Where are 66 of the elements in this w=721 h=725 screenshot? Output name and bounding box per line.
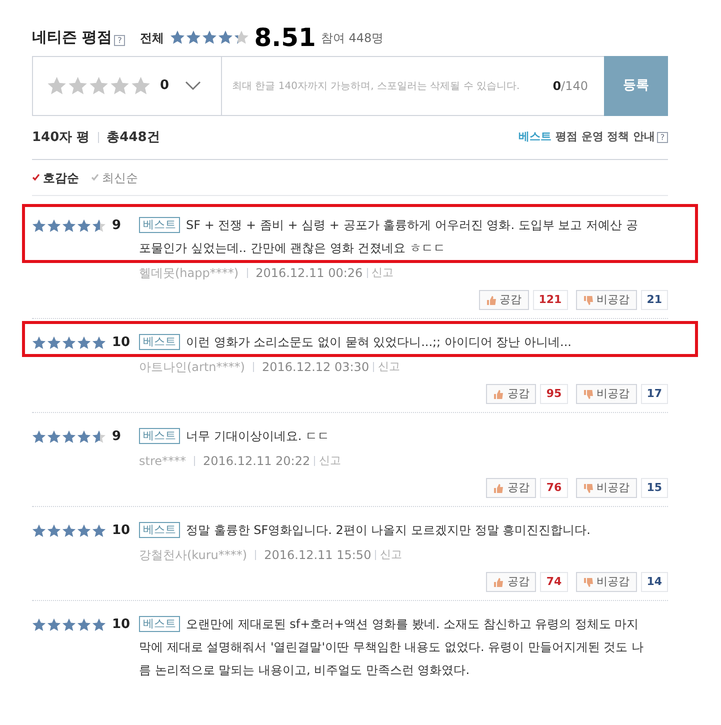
best-badge: 베스트 [139, 428, 180, 444]
review-score: 10 [112, 616, 130, 634]
chevron-down-icon [185, 81, 202, 91]
dislike-button[interactable]: 비공감 [576, 290, 637, 310]
check-icon [32, 174, 40, 181]
thumbs-down-icon [582, 388, 594, 400]
best-badge: 베스트 [139, 616, 180, 632]
review-author: 강철천사(kuru****) [139, 547, 248, 564]
review-date: 2016.12.11 00:26 [256, 265, 363, 282]
review-date: 2016.12.12 03:30 [262, 359, 370, 376]
review-date: 2016.12.11 15:50 [264, 547, 372, 564]
review-date: 2016.12.11 20:22 [203, 453, 310, 470]
like-button[interactable]: 공감 [486, 572, 536, 592]
review-text: 베스트 너무 기대이상이네요. ㄷㄷ [139, 425, 644, 448]
dislike-count: 17 [640, 384, 668, 404]
section-title: 네티즌 평점 [32, 27, 112, 48]
sort-option[interactable]: 최신순 [91, 168, 138, 186]
best-badge: 베스트 [139, 334, 180, 350]
selected-score: 0 [160, 77, 170, 96]
sort-option[interactable]: 호감순 [32, 168, 79, 186]
review-text: 베스트 정말 훌륭한 SF영화입니다. 2편이 나올지 모르겠지만 정말 흥미진진합니다. [139, 519, 644, 542]
best-badge: 베스트 [139, 522, 180, 538]
scope-label: 전체 [140, 30, 164, 46]
dislike-button[interactable]: 비공감 [576, 572, 637, 592]
thumbs-down-icon [582, 482, 594, 494]
review-input[interactable]: 최대 한글 140자까지 가능하며, 스포일러는 삭제될 수 있습니다. [222, 57, 553, 115]
dislike-count: 21 [640, 290, 668, 310]
review-author: 헬데못(happ****) [139, 265, 239, 282]
like-button[interactable]: 공감 [486, 384, 536, 404]
dislike-count: 15 [640, 478, 668, 498]
like-button[interactable]: 공감 [478, 290, 529, 310]
dislike-button[interactable]: 비공감 [576, 384, 637, 404]
like-count: 121 [532, 290, 568, 310]
review-score: 10 [112, 522, 130, 540]
review-text: 베스트 오랜만에 제대로된 sf+호러+액션 영화를 봤네. 소재도 참신하고 유령의 정체도 마지막에 제대로 설명해줘서 '열린결말'이딴 무책임한 내용도 없었다. 유령이 만들어지게된 것도 나름 논리적으로 말되는 내용이고, 비주얼도 만족스런 영화였다. [139, 615, 644, 679]
average-score: 8.51 [254, 25, 316, 50]
like-count: 76 [540, 478, 568, 498]
review-score: 9 [112, 217, 122, 235]
review-author: stre**** [139, 453, 186, 470]
participants-count: 참여 448명 [320, 30, 384, 46]
help-icon[interactable]: ? [114, 35, 126, 46]
review-score: 10 [112, 334, 130, 352]
dislike-button[interactable]: 비공감 [576, 478, 637, 498]
thumbs-up-icon [493, 388, 504, 400]
thumbs-up-icon [493, 482, 504, 494]
review-text: 베스트 SF + 전쟁 + 좀비 + 심령 + 공포가 훌륭하게 어우러진 영화. 도입부 보고 저예산 공포물인가 싶었는데.. 간만에 괜찮은 영화 건졌네요 ㅎㄷㄷ [139, 216, 639, 257]
review-author: 아트나인(artn****) [139, 359, 245, 376]
character-counter: 0/140 [552, 78, 589, 95]
section-subtitle: 140자 평 [32, 128, 90, 147]
review-score: 9 [112, 428, 122, 446]
rating-selector[interactable]: 0 [32, 56, 222, 116]
thumbs-up-icon [493, 576, 504, 588]
total-count: 총448건 [106, 128, 160, 147]
comment-field[interactable]: 최대 한글 140자까지 가능하며, 스포일러는 삭제될 수 있습니다. 0/140 [222, 56, 604, 116]
like-count: 74 [540, 572, 568, 592]
dislike-count: 14 [640, 572, 668, 592]
thumbs-down-icon [582, 576, 594, 588]
help-icon[interactable]: ? [657, 132, 668, 143]
review-text: 베스트 이런 영화가 소리소문도 없이 묻혀 있었다니...;; 아이디어 장난 아니네... [139, 331, 644, 354]
policy-link[interactable]: 베스트 평점 운영 정책 안내 [518, 129, 655, 146]
best-badge: 베스트 [139, 217, 180, 233]
thumbs-up-icon [486, 294, 497, 306]
like-button[interactable]: 공감 [486, 478, 536, 498]
thumbs-down-icon [582, 294, 594, 306]
check-icon [91, 174, 99, 181]
like-count: 95 [540, 384, 568, 404]
